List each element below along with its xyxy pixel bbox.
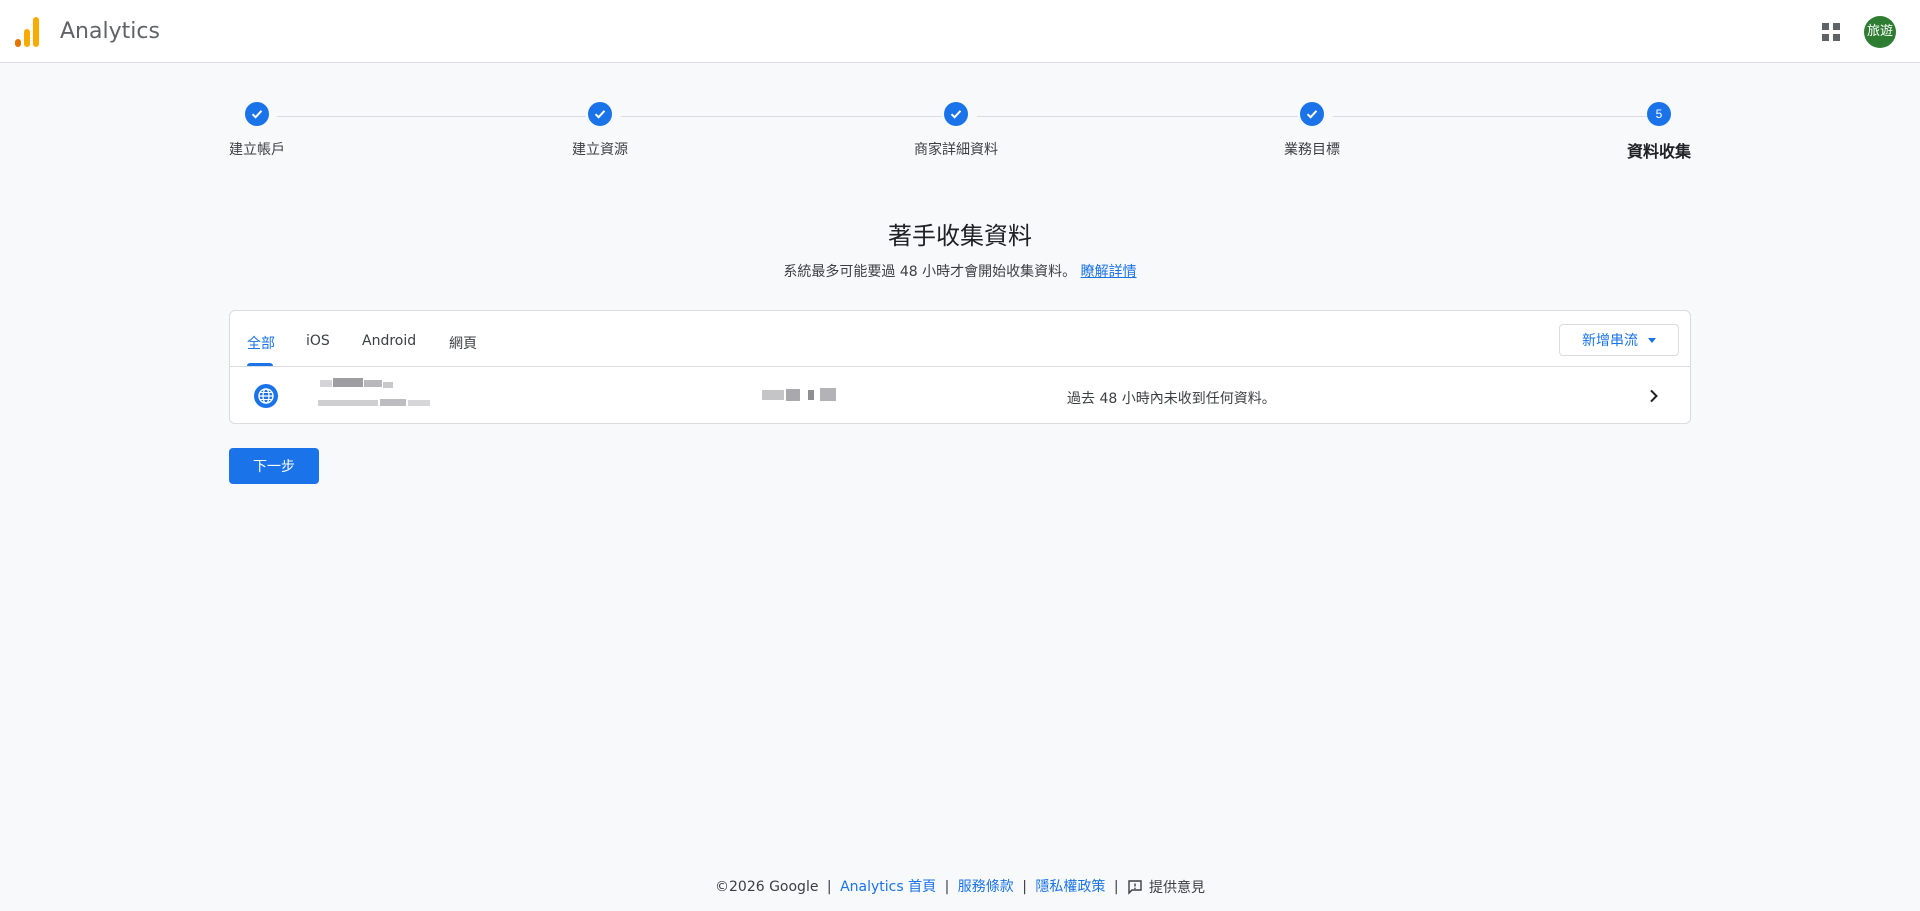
stream-row[interactable]: 過去 48 小時內未收到任何資料。: [230, 368, 1690, 424]
globe-icon: [254, 384, 278, 408]
subtitle-text: 系統最多可能要過 48 小時才會開始收集資料。: [783, 264, 1077, 280]
tab-web[interactable]: 網頁: [449, 333, 477, 353]
tab-all[interactable]: 全部: [247, 333, 275, 353]
step-business-objectives: 業務目標: [1232, 102, 1392, 159]
divider: |: [826, 879, 832, 895]
feedback-label: 提供意見: [1148, 880, 1205, 896]
step-label: 業務目標: [1284, 142, 1340, 158]
add-stream-label: 新增串流: [1582, 333, 1638, 349]
terms-link[interactable]: 服務條款: [958, 879, 1014, 895]
tab-android[interactable]: Android: [362, 333, 416, 349]
step-number: 5: [1647, 102, 1671, 126]
stream-tabs: 全部 iOS Android 網頁 新增串流: [230, 311, 1690, 367]
step-business-details: 商家詳細資料: [876, 102, 1036, 159]
learn-more-link[interactable]: 瞭解詳情: [1081, 264, 1137, 280]
privacy-link[interactable]: 隱私權政策: [1035, 879, 1105, 895]
stream-status: 過去 48 小時內未收到任何資料。: [1067, 391, 1276, 407]
data-streams-card: 全部 iOS Android 網頁 新增串流 過去 48 小時內未收到任何資料。: [229, 310, 1691, 424]
page-subtitle: 系統最多可能要過 48 小時才會開始收集資料。 瞭解詳情: [0, 261, 1920, 281]
step-label: 資料收集: [1626, 142, 1691, 161]
active-tab-indicator: [247, 363, 273, 366]
divider: |: [1022, 879, 1027, 895]
footer: ©2026 Google | Analytics 首頁 | 服務條款 | 隱私權…: [0, 876, 1920, 897]
check-icon: [1300, 102, 1324, 126]
step-create-property: 建立資源: [520, 102, 680, 159]
check-icon: [944, 102, 968, 126]
tab-ios[interactable]: iOS: [306, 333, 330, 349]
check-icon: [245, 102, 269, 126]
analytics-home-link[interactable]: Analytics 首頁: [840, 879, 936, 895]
feedback-icon: [1128, 880, 1142, 895]
step-label: 商家詳細資料: [914, 142, 998, 158]
chevron-right-icon[interactable]: [1646, 388, 1662, 404]
divider: |: [944, 879, 950, 895]
divider: |: [1113, 879, 1119, 895]
copyright: ©2026 Google: [715, 879, 819, 895]
setup-stepper: 建立帳戶 建立資源 商家詳細資料 業務目標 5 資料收集: [0, 0, 1920, 170]
feedback-button[interactable]: 提供意見: [1127, 877, 1205, 897]
next-button[interactable]: 下一步: [229, 448, 319, 484]
step-label: 建立帳戶: [229, 142, 285, 158]
caret-down-icon: [1648, 337, 1656, 343]
step-create-account: 建立帳戶: [177, 102, 337, 159]
step-label: 建立資源: [572, 142, 628, 158]
page-title: 著手收集資料: [888, 222, 1032, 250]
add-stream-button[interactable]: 新增串流: [1559, 324, 1679, 356]
check-icon: [588, 102, 612, 126]
step-data-collection: 5 資料收集: [1579, 102, 1739, 162]
